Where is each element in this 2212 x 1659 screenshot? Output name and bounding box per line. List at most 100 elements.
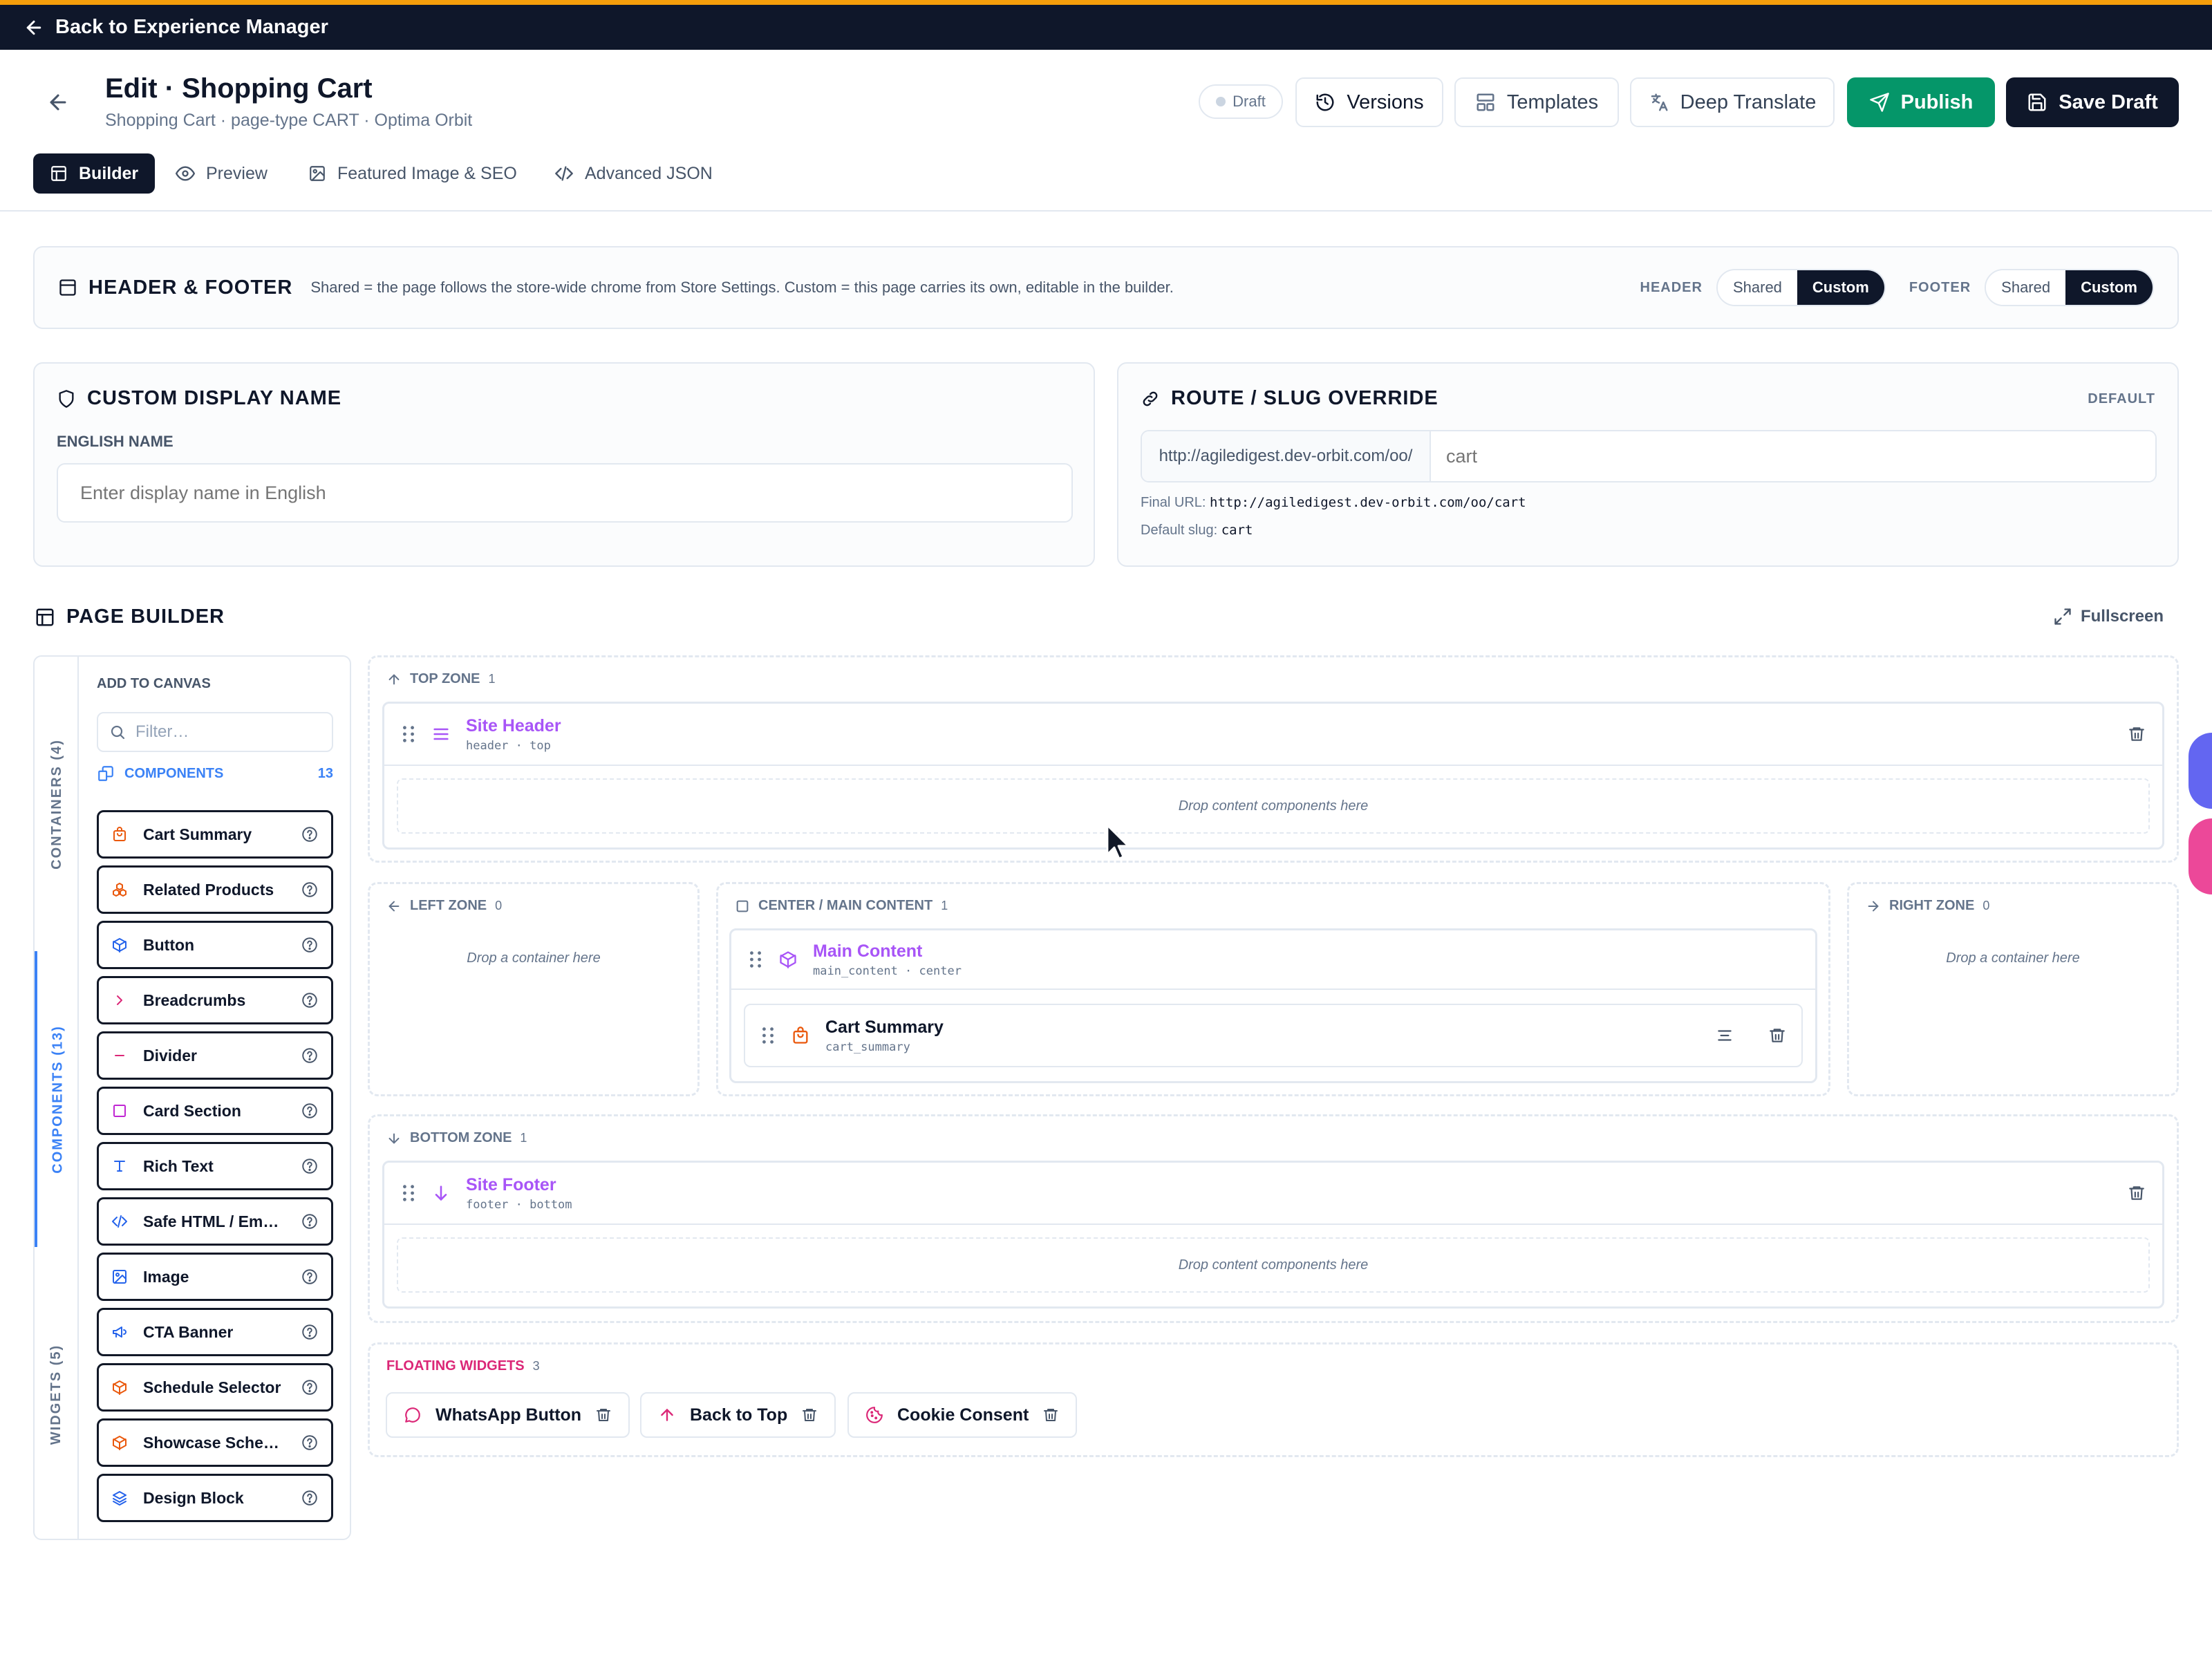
component-name: Related Products [143, 880, 274, 899]
cart-summary-text: Cart Summary cart_summary [825, 1017, 944, 1054]
cookie-icon [865, 1406, 883, 1424]
save-draft-button[interactable]: Save Draft [2006, 77, 2179, 127]
component-related-products[interactable]: Related Products [97, 865, 333, 914]
side-bubble-pink[interactable] [2188, 818, 2212, 894]
help-circle-icon[interactable] [301, 1268, 319, 1286]
left-zone-label: LEFT ZONE 0 [386, 898, 502, 914]
help-circle-icon[interactable] [301, 991, 319, 1009]
bottom-drop-area[interactable]: Drop content components here [397, 1237, 2150, 1293]
trash-icon[interactable] [595, 1407, 612, 1423]
header-footer-card: HEADER & FOOTER Shared = the page follow… [33, 246, 2179, 329]
trash-icon[interactable] [1768, 1027, 1786, 1044]
help-circle-icon[interactable] [301, 936, 319, 954]
help-circle-icon[interactable] [301, 1157, 319, 1175]
right-zone-label: RIGHT ZONE 0 [1866, 898, 1989, 914]
site-header-container[interactable]: Site Header header · top Drop content co… [382, 702, 2164, 850]
tab-containers[interactable]: CONTAINERS (4) [35, 657, 79, 951]
arrow-left-icon [24, 17, 44, 38]
shopping-bag-icon [111, 826, 128, 843]
megaphone-icon [111, 1324, 128, 1340]
footer-shared-option[interactable]: Shared [1986, 270, 2066, 305]
component-rich-text[interactable]: Rich Text [97, 1142, 333, 1190]
component-button[interactable]: Button [97, 921, 333, 969]
component-divider[interactable]: Divider [97, 1031, 333, 1080]
display-name-heading: CUSTOM DISPLAY NAME [57, 387, 341, 410]
component-card-section[interactable]: Card Section [97, 1087, 333, 1135]
back-label: Back to Experience Manager [55, 16, 328, 38]
widget-whatsapp-button[interactable]: WhatsApp Button [386, 1392, 630, 1438]
slug-input-group: http://agiledigest.dev-orbit.com/oo/ [1141, 430, 2157, 482]
component-showcase-sche[interactable]: Showcase Sche… [97, 1418, 333, 1467]
drag-handle-icon[interactable] [760, 1027, 776, 1044]
layout-icon [50, 165, 68, 182]
deep-translate-button[interactable]: Deep Translate [1630, 77, 1835, 127]
english-name-input[interactable] [57, 463, 1073, 523]
top-drop-area[interactable]: Drop content components here [397, 778, 2150, 834]
templates-button[interactable]: Templates [1454, 77, 1619, 127]
component-safe-html-em[interactable]: Safe HTML / Em… [97, 1197, 333, 1246]
site-footer-container[interactable]: Site Footer footer · bottom Drop content… [382, 1161, 2164, 1309]
left-drop-hint[interactable]: Drop a container here [370, 950, 697, 966]
header-shared-option[interactable]: Shared [1717, 270, 1797, 305]
search-icon [109, 724, 126, 740]
component-name: Cart Summary [143, 825, 252, 843]
fullscreen-button[interactable]: Fullscreen [2053, 607, 2164, 626]
component-image[interactable]: Image [97, 1253, 333, 1301]
components-section-header: COMPONENTS 13 [97, 765, 333, 782]
tab-widgets[interactable]: WIDGETS (5) [35, 1247, 79, 1541]
help-circle-icon[interactable] [301, 881, 319, 899]
site-header-row: Site Header header · top [384, 704, 2162, 765]
tab-featured-image-seo[interactable]: Featured Image & SEO [292, 153, 534, 194]
side-bubble-indigo[interactable] [2188, 733, 2212, 809]
help-circle-icon[interactable] [301, 1102, 319, 1120]
widget-cookie-consent[interactable]: Cookie Consent [847, 1392, 1078, 1438]
code-icon [554, 164, 574, 183]
tab-components[interactable]: COMPONENTS (13) [35, 951, 79, 1247]
menu-icon [431, 724, 451, 744]
main-content-container[interactable]: Main Content main_content · center Cart … [729, 928, 1817, 1083]
help-circle-icon[interactable] [301, 1212, 319, 1230]
back-button[interactable] [43, 87, 73, 118]
widget-back-to-top[interactable]: Back to Top [640, 1392, 836, 1438]
help-circle-icon[interactable] [301, 1378, 319, 1396]
drag-handle-icon[interactable] [401, 1184, 416, 1202]
trash-icon[interactable] [1042, 1407, 1059, 1423]
container-divider [731, 988, 1815, 990]
slug-input[interactable] [1431, 431, 2155, 481]
arrow-right-icon [1866, 899, 1881, 914]
tab-advanced-json[interactable]: Advanced JSON [538, 153, 729, 194]
publish-button[interactable]: Publish [1847, 77, 1995, 127]
component-cart-summary[interactable]: Cart Summary [97, 810, 333, 859]
component-name: Rich Text [143, 1156, 214, 1175]
back-to-experience-manager-link[interactable]: Back to Experience Manager [24, 16, 328, 39]
header-custom-option[interactable]: Custom [1797, 270, 1884, 305]
component-breadcrumbs[interactable]: Breadcrumbs [97, 976, 333, 1024]
drag-handle-icon[interactable] [401, 725, 416, 743]
tab-preview[interactable]: Preview [159, 153, 284, 194]
tab-builder[interactable]: Builder [33, 153, 156, 194]
final-url-text: Final URL: http://agiledigest.dev-orbit.… [1141, 495, 1526, 510]
footer-custom-option[interactable]: Custom [2065, 270, 2153, 305]
help-circle-icon[interactable] [301, 825, 319, 843]
right-drop-hint[interactable]: Drop a container here [1849, 950, 2177, 966]
filter-input[interactable]: Filter… [97, 712, 333, 752]
help-circle-icon[interactable] [301, 1489, 319, 1507]
help-circle-icon[interactable] [301, 1047, 319, 1065]
drag-handle-icon[interactable] [748, 950, 763, 968]
trash-icon[interactable] [2128, 1184, 2146, 1202]
header-footer-description: Shared = the page follows the store-wide… [310, 279, 1174, 296]
component-schedule-selector[interactable]: Schedule Selector [97, 1363, 333, 1412]
help-circle-icon[interactable] [301, 1323, 319, 1341]
code-icon [111, 1213, 128, 1230]
page-title: Edit · Shopping Cart [105, 73, 373, 104]
align-center-icon[interactable] [1716, 1027, 1734, 1044]
filter-placeholder: Filter… [135, 722, 189, 741]
trash-icon[interactable] [801, 1407, 818, 1423]
help-circle-icon[interactable] [301, 1434, 319, 1452]
versions-button[interactable]: Versions [1295, 77, 1443, 127]
component-design-block[interactable]: Design Block [97, 1474, 333, 1522]
trash-icon[interactable] [2128, 725, 2146, 743]
component-cta-banner[interactable]: CTA Banner [97, 1308, 333, 1356]
components-icon [97, 765, 115, 782]
cart-summary-item[interactable]: Cart Summary cart_summary [744, 1004, 1803, 1067]
